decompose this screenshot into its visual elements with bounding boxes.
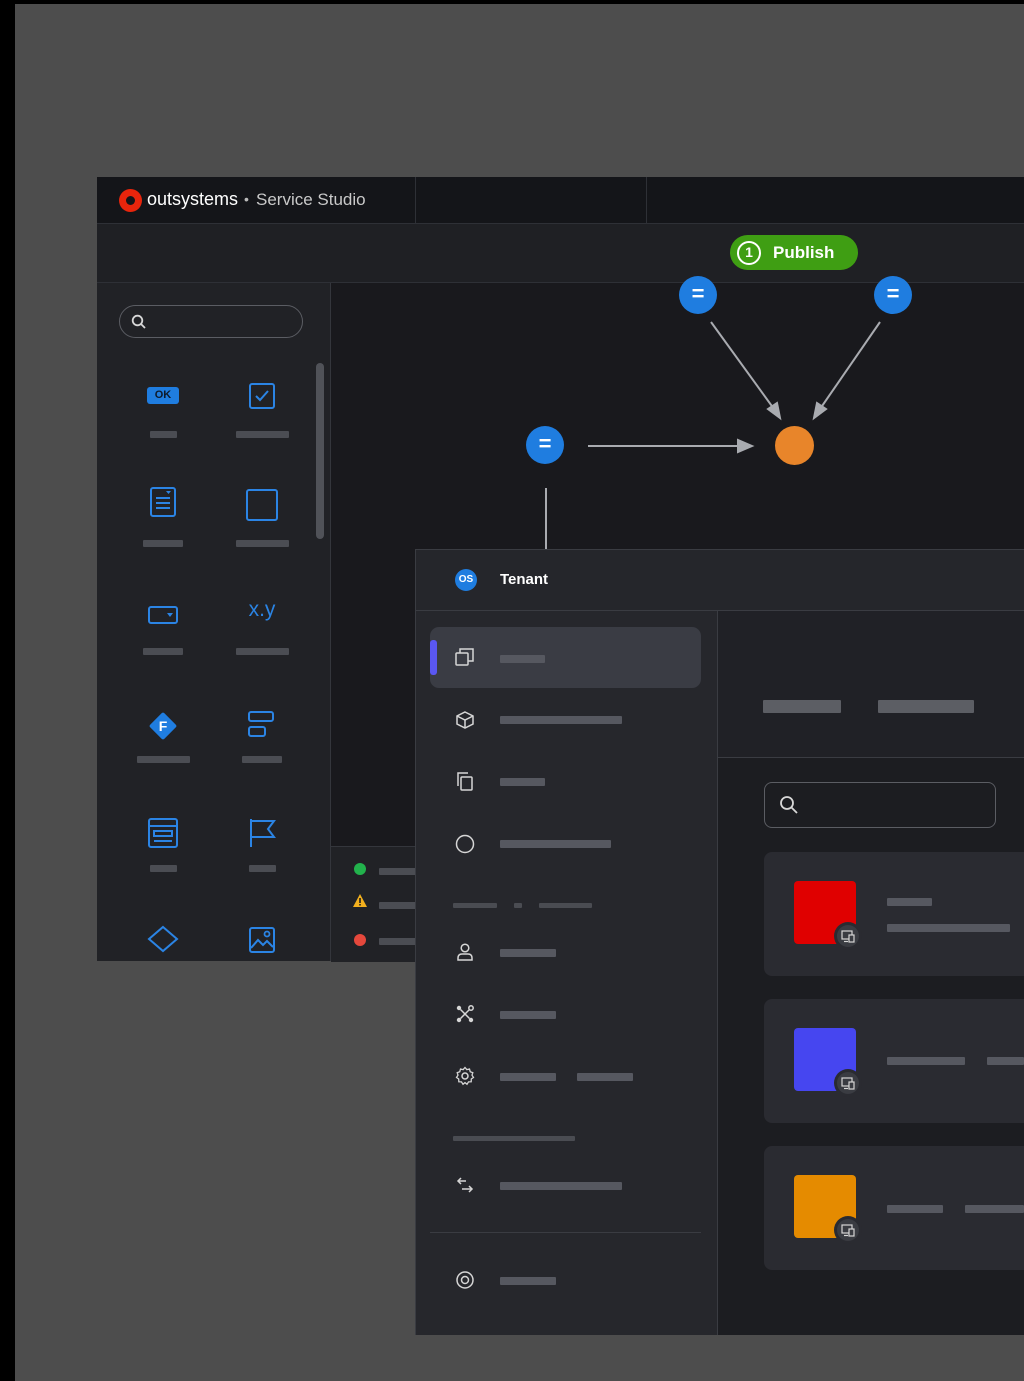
flow-node-top-left[interactable]: = <box>679 276 717 314</box>
main-tab-1[interactable] <box>763 700 841 713</box>
device-icon <box>841 1077 855 1090</box>
nav-label-8[interactable] <box>500 1182 622 1190</box>
nav-label-6[interactable] <box>500 1011 556 1019</box>
nav-section-label-2 <box>514 903 522 908</box>
layers-icon <box>455 648 474 666</box>
nav-label-9[interactable] <box>500 1277 556 1285</box>
nav-label-1 <box>500 655 545 663</box>
app-name-3b <box>965 1205 1024 1213</box>
nav-section-label-3 <box>539 903 592 908</box>
app-platform-badge-1 <box>834 922 862 950</box>
app-tile-2[interactable] <box>764 999 1024 1123</box>
flow-node-target[interactable] <box>775 426 814 465</box>
nav-active-indicator <box>430 640 437 675</box>
nav-section-label-1 <box>453 903 497 908</box>
user-icon <box>457 943 473 961</box>
circle-icon <box>455 834 475 854</box>
app-name-3 <box>887 1205 943 1213</box>
app-search-input[interactable] <box>764 782 996 828</box>
app-name-2b <box>987 1057 1024 1065</box>
nav-label-3[interactable] <box>500 778 545 786</box>
app-name-1 <box>887 898 932 906</box>
app-platform-badge-2 <box>834 1069 862 1097</box>
main-tab-2[interactable] <box>878 700 974 713</box>
gear-icon <box>455 1066 475 1086</box>
nav-label-2[interactable] <box>500 716 622 724</box>
flow-node-left[interactable]: = <box>526 426 564 464</box>
app-subtitle-1 <box>887 924 1010 932</box>
search-icon <box>780 796 798 814</box>
transfer-icon <box>456 1177 474 1193</box>
nav-section-label-4 <box>453 1136 575 1141</box>
tenant-header: OS Tenant <box>416 550 1024 611</box>
app-platform-badge-3 <box>834 1216 862 1244</box>
nav-divider <box>430 1232 701 1233</box>
device-icon <box>841 1224 855 1237</box>
nav-label-7a[interactable] <box>500 1073 556 1081</box>
support-icon <box>456 1271 474 1289</box>
nav-label-4[interactable] <box>500 840 611 848</box>
copy-icon <box>457 772 473 791</box>
nav-label-7b[interactable] <box>577 1073 633 1081</box>
main-header <box>718 611 1024 758</box>
app-name-2 <box>887 1057 965 1065</box>
app-tile-3[interactable] <box>764 1146 1024 1270</box>
tenant-avatar: OS <box>455 569 477 591</box>
integrations-icon <box>456 1005 474 1023</box>
device-icon <box>841 930 855 943</box>
cube-icon <box>456 711 474 729</box>
flow-node-top-right[interactable]: = <box>874 276 912 314</box>
app-tile-1[interactable] <box>764 852 1024 976</box>
tenant-title: Tenant <box>500 571 549 588</box>
nav-label-5[interactable] <box>500 949 556 957</box>
